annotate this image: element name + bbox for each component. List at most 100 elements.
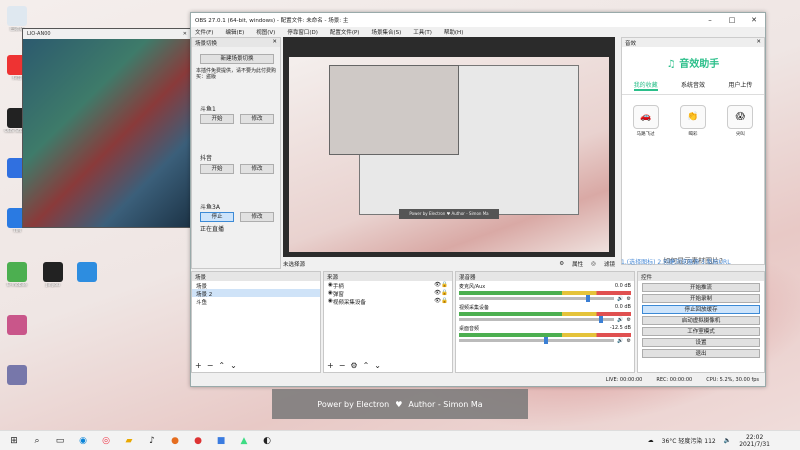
desktop-icon[interactable] [72,262,102,282]
game-mirror-window[interactable]: LIO-AN00 ✕ [22,28,192,228]
control-button[interactable]: 开始录制 [642,294,760,303]
gear-icon[interactable]: ⚙ [627,296,631,302]
filter-icon[interactable]: ◎ [591,261,596,267]
speaker-icon[interactable]: 🔊 [617,338,623,344]
control-button[interactable]: 停止回放缓存 [642,305,760,314]
sfx-steps[interactable]: 1.(选择图标) 2.创建浏览器源 3.粘贴URL [621,257,765,267]
desktop-icon[interactable]: E-mobile [2,262,32,288]
source-item[interactable]: ◉ 弹窗 👁 🔒 [324,289,452,298]
lock-icon[interactable]: 🔒 [441,290,448,296]
volume-slider[interactable] [459,337,615,344]
clock[interactable]: 22:02 2021/7/31 [739,434,770,448]
eye-icon[interactable]: 👁 [434,282,441,288]
app3-icon[interactable]: ■ [212,434,230,448]
weather-text[interactable]: 36°C 轻度污染 112 [662,436,716,445]
menu-item[interactable]: 停靠窗口(D) [287,28,318,36]
eye-icon[interactable]: 👁 [434,298,441,304]
menu-item[interactable]: 文件(F) [195,28,213,36]
filters-button[interactable]: 滤镜 [604,260,615,268]
sfx-card[interactable]: 🚗 马路飞过 [631,105,661,137]
close-icon[interactable]: ✕ [743,16,765,24]
sfx-card[interactable]: 👏 喝彩 [678,105,708,137]
menu-item[interactable]: 场景集合(S) [371,28,401,36]
menu-item[interactable]: 编辑(E) [225,28,244,36]
gear-icon[interactable]: ⚙ [627,317,631,323]
windows-start-icon[interactable]: ⊞ [5,434,23,448]
up-icon[interactable]: ⌃ [218,361,225,370]
control-button[interactable]: 启动虚拟摄像机 [642,316,760,325]
scene-item[interactable]: 场景 2 [192,289,320,298]
control-button[interactable]: 退出 [642,349,760,358]
preview-canvas[interactable]: Power by Electron ♥ Author - Simon Ma [283,37,615,257]
volume-icon[interactable]: 🔈 [724,437,731,444]
modify-button-2[interactable]: 修改 [240,164,274,174]
modify-button-1[interactable]: 修改 [240,114,274,124]
properties-button[interactable]: 属性 [572,260,583,268]
music-app-icon[interactable]: ♪ [143,434,161,448]
gear-icon[interactable]: ⚙ [559,261,564,267]
remove-icon[interactable]: − [339,361,346,370]
volume-slider[interactable] [459,316,615,323]
gear-icon[interactable]: ⚙ [627,338,631,344]
sfx-card[interactable]: 😱 尖叫 [725,105,755,137]
menu-item[interactable]: 配置文件(P) [330,28,360,36]
volume-slider[interactable] [459,295,615,302]
remove-icon[interactable]: − [207,361,214,370]
game-scene[interactable] [23,39,191,227]
speaker-icon[interactable]: 🔊 [617,296,623,302]
close-icon[interactable]: ✕ [183,31,187,37]
scene-item[interactable]: 场景 [192,281,320,290]
desktop-icon[interactable]: Jinyou [38,262,68,288]
modify-button-3[interactable]: 修改 [240,212,274,222]
minimize-icon[interactable]: – [699,16,721,24]
down-icon[interactable]: ⌄ [374,361,381,370]
add-icon[interactable]: + [195,361,202,370]
add-icon[interactable]: + [327,361,334,370]
group3-label: 斗鱼3A [200,204,220,211]
start-button-1[interactable]: 开始 [200,114,234,124]
folder-icon[interactable]: ▰ [120,434,138,448]
slider-handle[interactable] [544,337,549,344]
app-icon[interactable]: ● [166,434,184,448]
app2-icon[interactable]: ● [189,434,207,448]
new-switch-button[interactable]: 新建场景切换 [200,54,274,64]
source-item[interactable]: ◉ 手柄 👁 🔒 [324,281,452,290]
edge-icon[interactable]: ◉ [74,434,92,448]
close-icon[interactable]: ✕ [756,39,761,46]
up-icon[interactable]: ⌃ [363,361,370,370]
down-icon[interactable]: ⌄ [230,361,237,370]
stop-button-3[interactable]: 停止 [200,212,234,222]
close-icon[interactable]: ✕ [272,39,277,46]
sfx-tab[interactable]: 我的收藏 [633,80,658,91]
desktop-icon[interactable] [2,365,32,385]
sfx-tab[interactable]: 系统音效 [681,80,705,91]
gear-icon[interactable]: ⚙ [350,361,357,370]
slider-handle[interactable] [598,316,603,323]
android-icon[interactable]: ▲ [235,434,253,448]
chrome-icon[interactable]: ◎ [97,434,115,448]
game-window-titlebar[interactable]: LIO-AN00 ✕ [23,29,191,39]
menu-item[interactable]: 帮助(H) [444,28,463,36]
control-button[interactable]: 设置 [642,338,760,347]
source-item[interactable]: ◉ 视频采集设备 👁 🔒 [324,297,452,306]
lock-icon[interactable]: 🔒 [441,298,448,304]
task-view-icon[interactable]: ▭ [51,434,69,448]
obs-window[interactable]: OBS 27.0.1 (64-bit, windows) - 配置文件: 未命名… [190,12,766,387]
maximize-icon[interactable]: □ [721,16,743,24]
channel-header: 视频采集设备 0.0 dB [459,304,631,311]
obs-titlebar[interactable]: OBS 27.0.1 (64-bit, windows) - 配置文件: 未命名… [191,13,765,27]
slider-handle[interactable] [586,295,591,302]
speaker-icon[interactable]: 🔊 [617,317,623,323]
search-icon[interactable]: ⌕ [28,434,46,448]
obs-taskbar-icon[interactable]: ◐ [258,434,276,448]
control-button[interactable]: 开始推流 [642,283,760,292]
menu-item[interactable]: 工具(T) [413,28,432,36]
scene-item[interactable]: 斗鱼 [192,297,320,306]
menu-item[interactable]: 视图(V) [256,28,275,36]
start-button-2[interactable]: 开始 [200,164,234,174]
sfx-tab[interactable]: 用户上传 [728,80,752,91]
control-button[interactable]: 工作室模式 [642,327,760,336]
desktop-icon[interactable] [2,315,32,335]
eye-icon[interactable]: 👁 [434,290,441,296]
lock-icon[interactable]: 🔒 [441,282,448,288]
